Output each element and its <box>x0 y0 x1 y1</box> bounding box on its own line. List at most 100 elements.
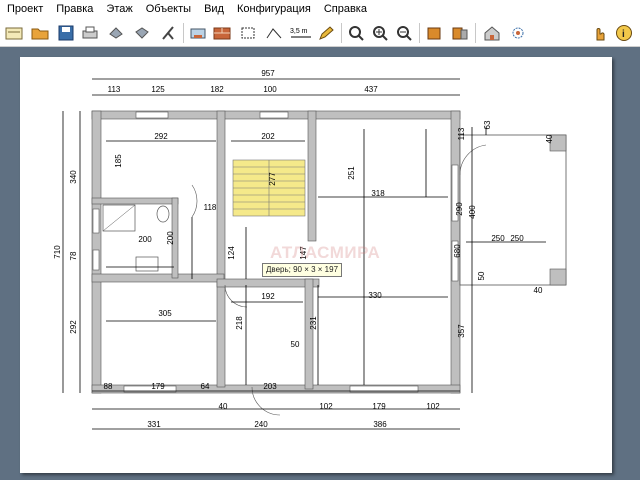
toolbar-separator <box>475 23 476 43</box>
wall-inner-3 <box>304 278 314 390</box>
wall-pattern-icon[interactable] <box>449 22 471 44</box>
menu-configuration[interactable]: Конфигурация <box>230 0 317 19</box>
menu-project[interactable]: Проект <box>0 0 49 19</box>
label-room-top-left-h: 185 <box>114 154 123 168</box>
wall-3d-icon[interactable] <box>423 22 445 44</box>
dim-porch-length: 250 <box>491 234 505 243</box>
polyline-icon[interactable] <box>263 22 285 44</box>
sink[interactable] <box>135 256 159 272</box>
dim-bottom-seg: 64 <box>201 382 210 391</box>
window <box>135 111 169 119</box>
menu-edit[interactable]: Правка <box>49 0 99 19</box>
dim-bottom-total: 240 <box>254 420 268 429</box>
dim-bottom-seg: 203 <box>263 382 277 391</box>
dim-left-inner: 78 <box>69 251 78 260</box>
dim-bottom-seg: 50 <box>291 340 300 349</box>
toolbar: 3,5 m i <box>0 19 640 47</box>
pencil-text-icon[interactable] <box>315 22 337 44</box>
wall-inner-h2 <box>216 278 320 288</box>
dim-porch-width: 40 <box>545 134 554 143</box>
label-hall-124: 124 <box>227 246 236 260</box>
toolbar-separator <box>341 23 342 43</box>
dim-bottom-small: 40 <box>219 402 228 411</box>
menu-help[interactable]: Справка <box>317 0 373 19</box>
label-118: 118 <box>204 203 217 212</box>
door-swing[interactable] <box>191 184 198 218</box>
wall-bath-top <box>91 197 179 205</box>
help-pointer-icon[interactable] <box>589 22 611 44</box>
zoom-fit-icon[interactable] <box>345 22 367 44</box>
svg-text:3,5 m: 3,5 m <box>290 28 308 35</box>
label-stairs-w: 202 <box>261 132 275 141</box>
label-stairs-h: 277 <box>268 172 277 186</box>
dim-bottom-total: 331 <box>147 420 161 429</box>
wall-inner-h1 <box>91 273 225 283</box>
window <box>259 111 289 119</box>
dim-right-mid: 50 <box>477 271 486 280</box>
menu-objects[interactable]: Объекты <box>139 0 197 19</box>
label-room-big-h: 251 <box>347 166 356 180</box>
dim-top-seg: 113 <box>108 85 121 94</box>
object-tooltip: Дверь; 90 × 3 × 197 <box>262 263 343 277</box>
dim-right-bottom: 357 <box>457 324 466 338</box>
window <box>92 249 100 271</box>
window <box>92 208 100 234</box>
undo-icon[interactable] <box>105 22 127 44</box>
zoom-in-icon[interactable] <box>369 22 391 44</box>
svg-text:i: i <box>622 29 625 40</box>
dim-top-seg: 437 <box>364 85 378 94</box>
dim-right-mid: 113 <box>457 127 466 140</box>
dim-top-seg: 100 <box>263 85 277 94</box>
dim-right-mid: 400 <box>468 205 477 219</box>
cut-icon[interactable] <box>157 22 179 44</box>
label-room-top-left: 292 <box>154 132 168 141</box>
zoom-out-icon[interactable] <box>393 22 415 44</box>
dim-right-mid: 290 <box>455 202 464 216</box>
menu-bar: Проект Правка Этаж Объекты Вид Конфигура… <box>0 0 640 19</box>
virtual-visit-icon[interactable] <box>507 22 529 44</box>
create-rooms-icon[interactable] <box>237 22 259 44</box>
wall-inner-2 <box>307 110 317 242</box>
print-icon[interactable] <box>79 22 101 44</box>
dim-bottom-seg: 102 <box>319 402 333 411</box>
brick-wall-icon[interactable] <box>211 22 233 44</box>
label-room-mid-h: 231 <box>309 316 318 330</box>
add-furniture-icon[interactable] <box>187 22 209 44</box>
dim-left-outer: 710 <box>53 245 62 259</box>
toolbar-separator <box>419 23 420 43</box>
toilet[interactable] <box>156 205 170 223</box>
dim-top-total: 957 <box>261 69 275 78</box>
menu-view[interactable]: Вид <box>197 0 230 19</box>
dim-bottom-seg: 102 <box>426 402 440 411</box>
info-icon[interactable]: i <box>613 22 635 44</box>
dim-top-seg: 125 <box>151 85 165 94</box>
label-room-big-w: 318 <box>371 189 385 198</box>
dimension-icon[interactable]: 3,5 m <box>289 22 313 44</box>
new-project-icon[interactable] <box>3 22 25 44</box>
wall-inner-1 <box>216 110 226 388</box>
label-bath-h: 200 <box>166 231 175 245</box>
dim-right-mid: 40 <box>534 286 543 295</box>
dim-bottom-seg: 179 <box>372 402 386 411</box>
dim-left-inner: 292 <box>69 320 78 334</box>
house-3d-icon[interactable] <box>481 22 503 44</box>
dim-bottom-total: 386 <box>373 420 387 429</box>
save-icon[interactable] <box>55 22 77 44</box>
label-porch-w: 250 <box>510 234 524 243</box>
label-room-bl-h: 218 <box>235 316 244 330</box>
toolbar-separator <box>183 23 184 43</box>
dim-bottom-seg: 179 <box>151 382 165 391</box>
dim-left-inner: 340 <box>69 170 78 184</box>
redo-icon[interactable] <box>131 22 153 44</box>
label-room-big-w2: 330 <box>368 291 382 300</box>
dim-right-top: 63 <box>483 120 492 129</box>
door-swing[interactable] <box>224 284 248 308</box>
dim-bottom-seg: 88 <box>104 382 113 391</box>
porch-pillar-bottom <box>549 268 567 286</box>
dim-top-seg: 182 <box>210 85 224 94</box>
menu-floor[interactable]: Этаж <box>99 0 138 19</box>
label-room-mid-w: 192 <box>261 292 275 301</box>
label-room-bl-w: 305 <box>158 309 172 318</box>
open-folder-icon[interactable] <box>29 22 51 44</box>
watermark-logo: АТЛАСМИРА <box>270 243 381 262</box>
